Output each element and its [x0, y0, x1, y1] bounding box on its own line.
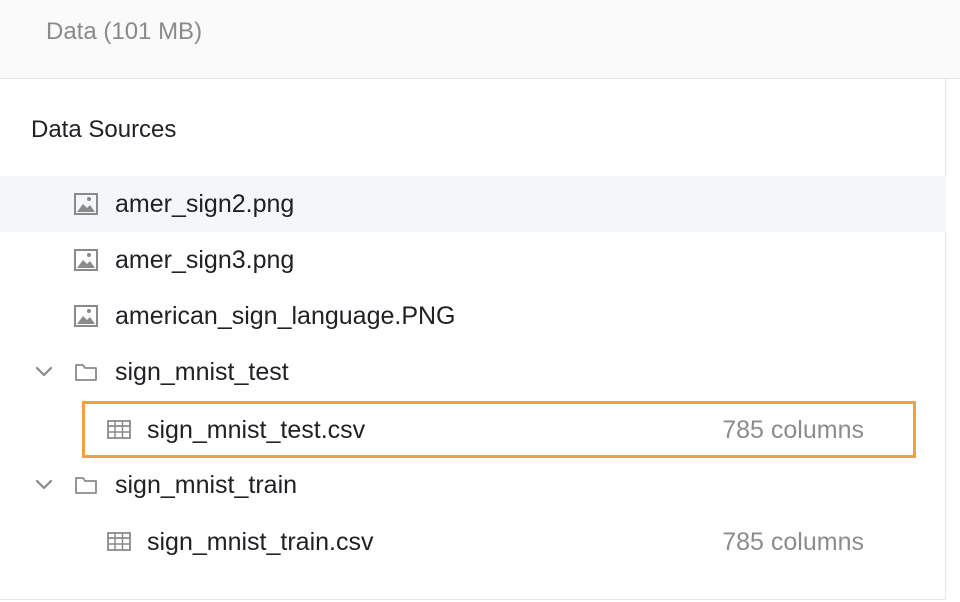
data-size-title: Data (101 MB): [46, 18, 203, 45]
file-name: amer_sign3.png: [115, 246, 295, 274]
file-name: amer_sign2.png: [115, 190, 295, 218]
table-icon: [107, 531, 131, 553]
chevron-down-icon[interactable]: [34, 364, 54, 380]
file-row-american-sign-language[interactable]: american_sign_language.PNG: [0, 288, 946, 344]
data-sources-title: Data Sources: [31, 116, 177, 143]
file-name: american_sign_language.PNG: [115, 302, 456, 330]
chevron-down-icon[interactable]: [34, 477, 54, 493]
file-row-sign-mnist-train-csv[interactable]: sign_mnist_train.csv 785 columns: [0, 514, 946, 570]
folder-name: sign_mnist_train: [115, 471, 298, 499]
folder-icon: [74, 474, 98, 496]
image-icon: [74, 193, 98, 215]
data-header: Data (101 MB): [0, 0, 960, 79]
folder-row-sign-mnist-train[interactable]: sign_mnist_train: [0, 457, 946, 513]
column-count: 785 columns: [722, 528, 864, 556]
file-row-sign-mnist-test-csv[interactable]: sign_mnist_test.csv 785 columns: [0, 402, 946, 458]
image-icon: [74, 249, 98, 271]
folder-row-sign-mnist-test[interactable]: sign_mnist_test: [0, 344, 946, 400]
file-row-amer-sign3[interactable]: amer_sign3.png: [0, 232, 946, 288]
file-name: sign_mnist_train.csv: [147, 528, 374, 556]
table-icon: [107, 419, 131, 441]
image-icon: [74, 305, 98, 327]
folder-name: sign_mnist_test: [115, 358, 289, 386]
folder-icon: [74, 361, 98, 383]
column-count: 785 columns: [722, 416, 864, 444]
file-row-amer-sign2[interactable]: amer_sign2.png: [0, 176, 946, 232]
file-name: sign_mnist_test.csv: [147, 416, 366, 444]
